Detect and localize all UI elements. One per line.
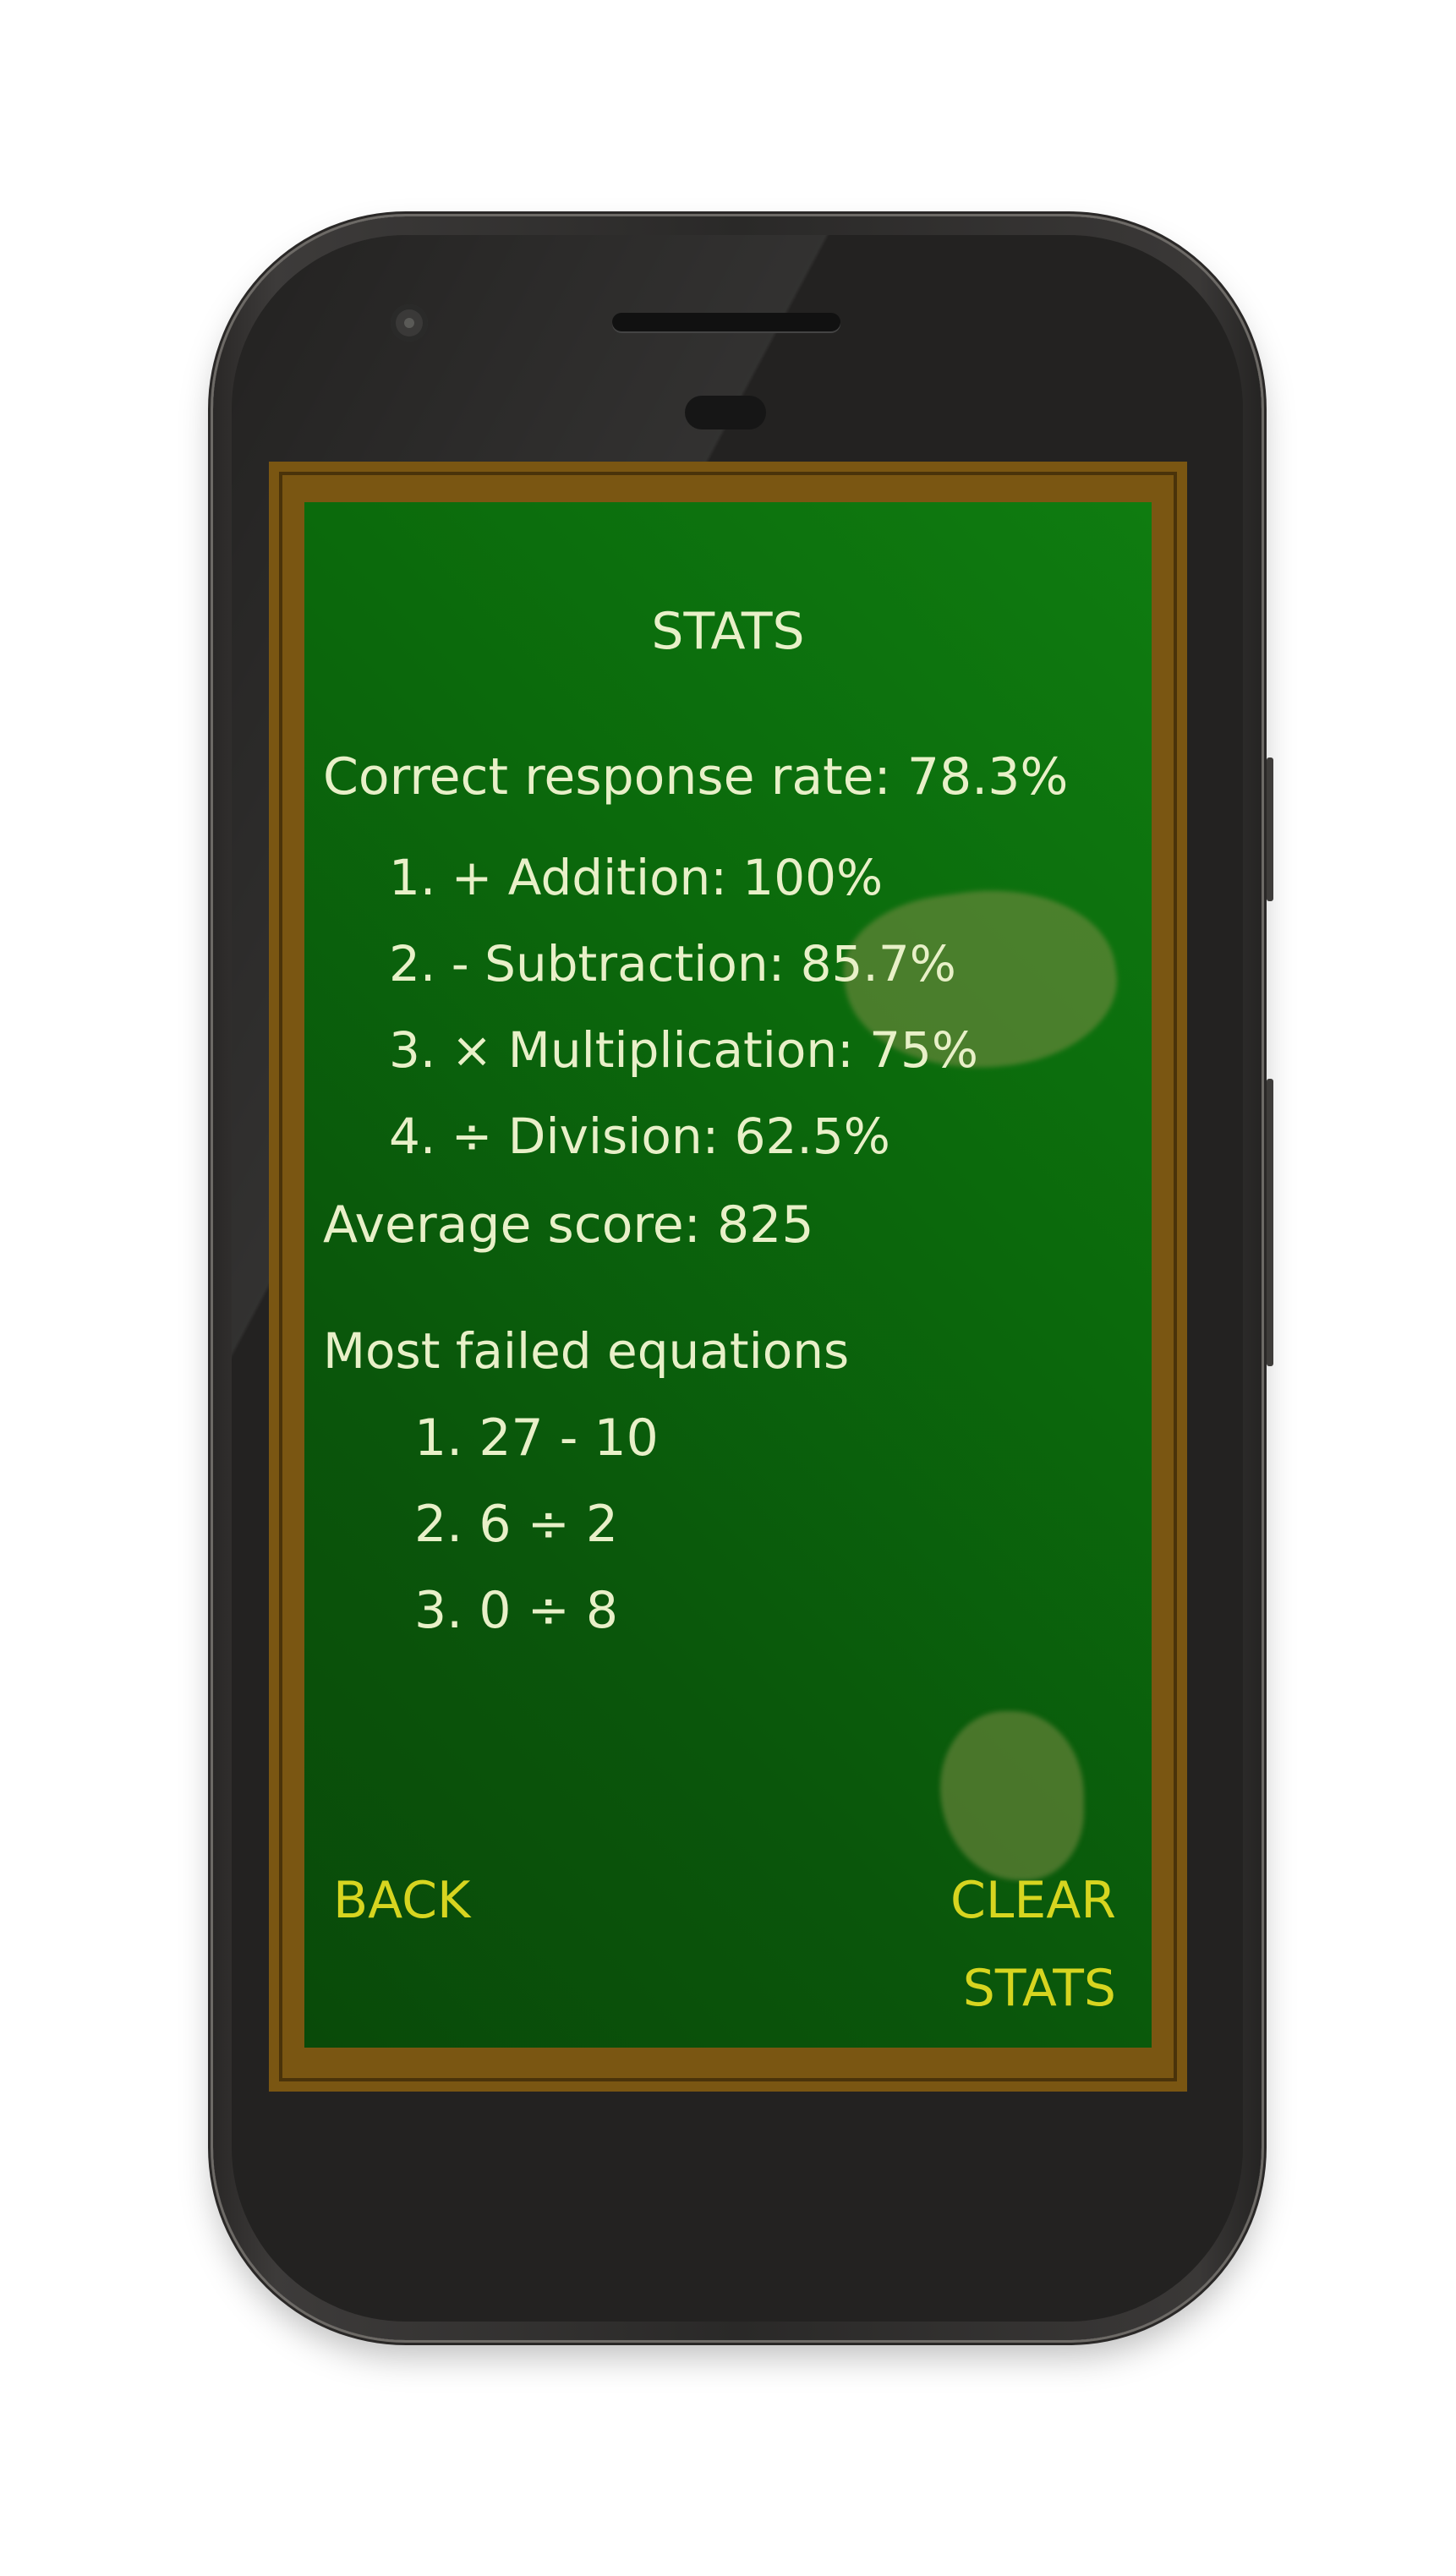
power-button <box>1267 757 1273 901</box>
chalkboard-frame: STATS Correct response rate: 78.3% 1. + … <box>269 462 1187 2092</box>
operation-stat-subtraction: 2. - Subtraction: 85.7% <box>389 935 956 993</box>
chalk-smudge <box>940 1711 1084 1880</box>
failed-equation-item: 2. 6 ÷ 2 <box>414 1495 619 1554</box>
failed-equations-heading: Most failed equations <box>323 1322 850 1380</box>
operation-stat-division: 4. ÷ Division: 62.5% <box>389 1108 890 1165</box>
volume-button <box>1267 1079 1273 1366</box>
back-button[interactable]: BACK <box>333 1857 470 1944</box>
correct-rate-text: Correct response rate: 78.3% <box>323 747 1069 807</box>
clear-stats-label-line1: CLEAR <box>950 1871 1116 1930</box>
failed-equation-item: 3. 0 ÷ 8 <box>414 1581 619 1640</box>
earpiece-speaker <box>612 313 840 331</box>
clear-stats-button[interactable]: CLEAR STATS <box>950 1857 1116 2032</box>
chalkboard: STATS Correct response rate: 78.3% 1. + … <box>304 502 1152 2048</box>
operation-stat-addition: 1. + Addition: 100% <box>389 849 884 906</box>
front-camera-icon <box>391 304 428 342</box>
proximity-sensor <box>685 396 766 429</box>
average-score-text: Average score: 825 <box>323 1195 814 1255</box>
failed-equation-item: 1. 27 - 10 <box>414 1408 659 1468</box>
clear-stats-label-line2: STATS <box>962 1959 1116 2018</box>
page-title: STATS <box>651 602 805 661</box>
operation-stat-multiplication: 3. × Multiplication: 75% <box>389 1021 979 1079</box>
